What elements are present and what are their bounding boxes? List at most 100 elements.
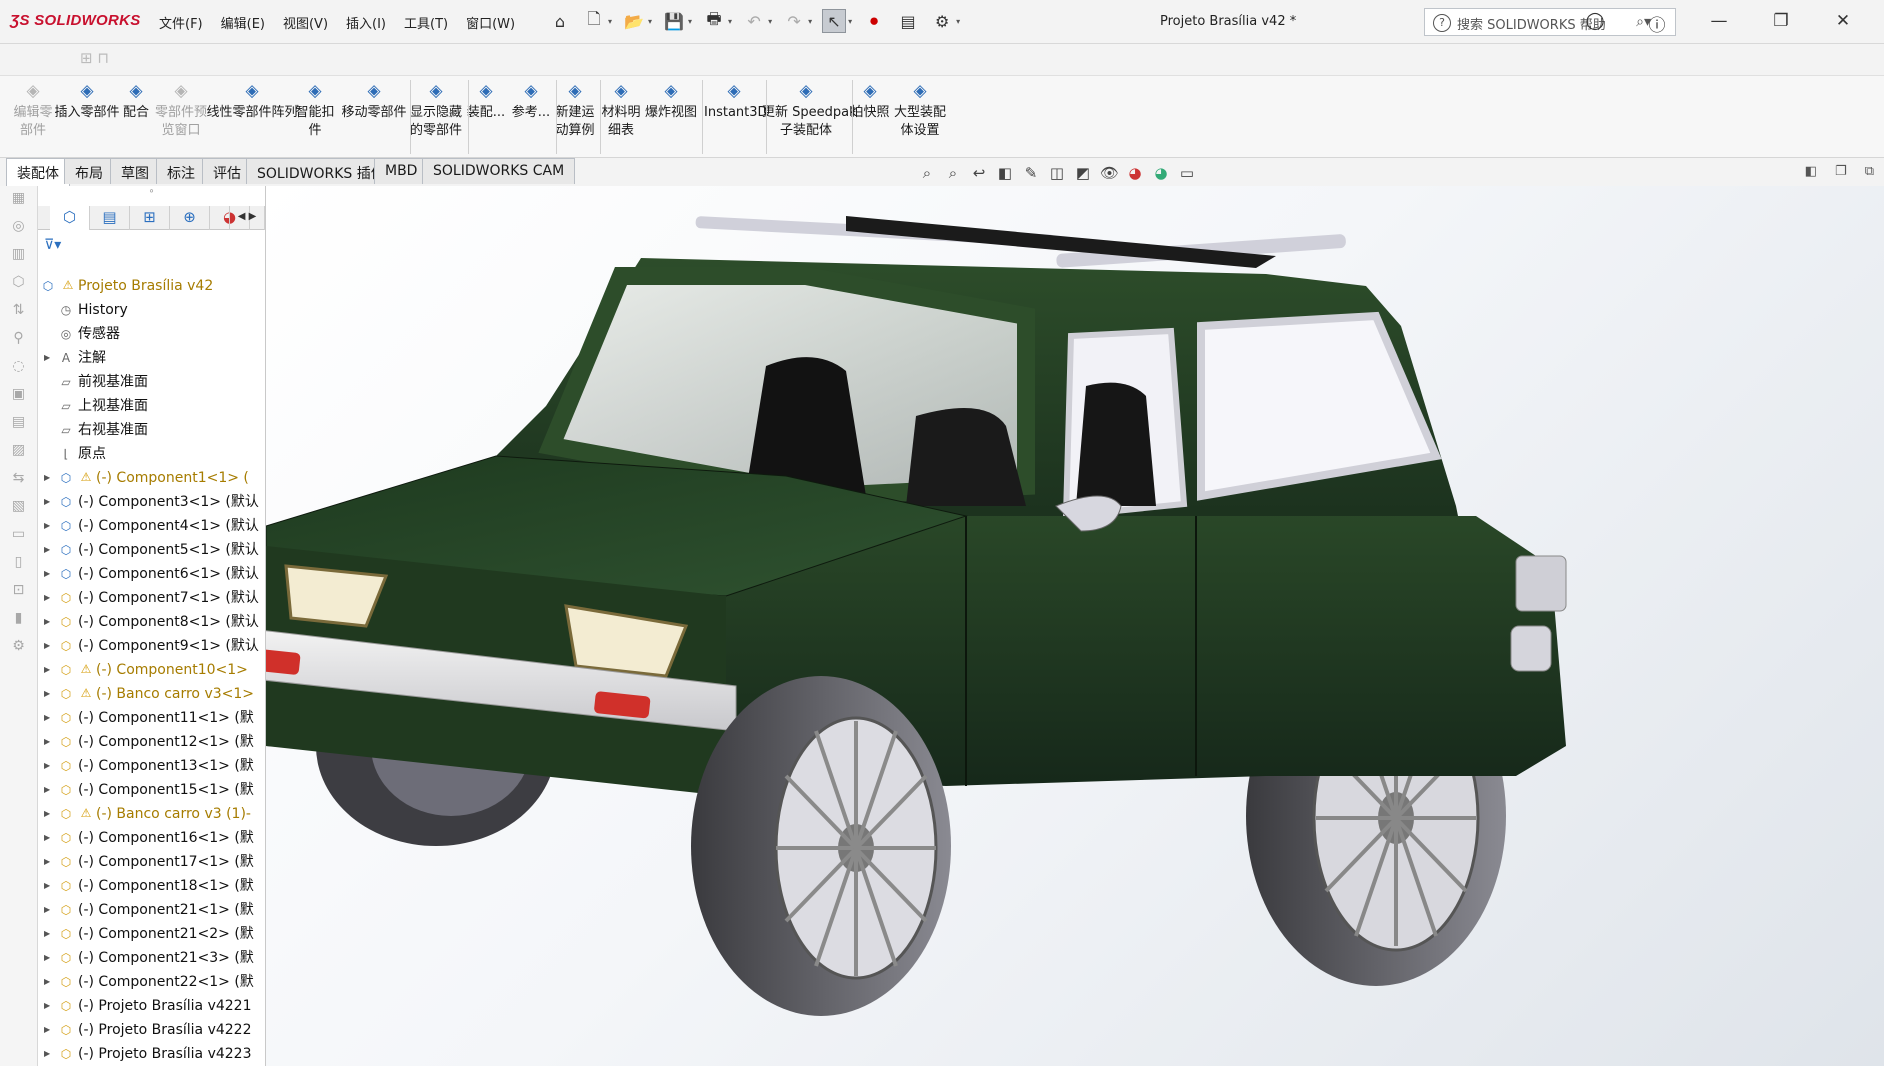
ribbon-button[interactable]: ◈ 新建运 动算例 xyxy=(552,82,598,140)
ribbon-button[interactable]: ◈ 显示隐藏 的零部件 xyxy=(406,82,466,140)
tree-node[interactable]: ▶ A 注解 xyxy=(38,346,265,370)
strip-tool-icon[interactable]: ▧ xyxy=(0,498,37,522)
tree-node[interactable]: ▶ ⬡ ⚠ (-) Component1<1> ( xyxy=(38,466,265,490)
tree-node[interactable]: ▶ ⬡ (-) Component15<1> (默 xyxy=(38,778,265,802)
edit-appearance-icon[interactable]: ◕ xyxy=(1126,164,1144,182)
strip-tool-icon[interactable]: ⊡ xyxy=(0,582,37,606)
ribbon-button[interactable]: ◈ 配合 xyxy=(118,82,154,122)
home-icon[interactable]: ⌂ xyxy=(548,9,572,33)
expand-arrow-icon[interactable]: ▶ xyxy=(44,946,50,970)
tree-node[interactable]: ▶ ⬡ ⚠ (-) Banco carro v3 (1)- xyxy=(38,802,265,826)
expand-arrow-icon[interactable]: ▶ xyxy=(44,682,50,706)
tree-node[interactable]: ▶ ⬡ (-) Component9<1> (默认 xyxy=(38,634,265,658)
tab-1[interactable]: 布局 xyxy=(64,158,114,184)
strip-tool-icon[interactable]: ⚙ xyxy=(0,638,37,662)
ribbon-button[interactable]: ◈ 线性零部件阵列 xyxy=(206,82,298,122)
tree-node[interactable]: ▶ ⬡ ⚠ (-) Banco carro v3<1> xyxy=(38,682,265,706)
strip-tool-icon[interactable]: ▣ xyxy=(0,386,37,410)
tree-node[interactable]: ▶ ⬡ (-) Component21<2> (默 xyxy=(38,922,265,946)
strip-tool-icon[interactable]: ▥ xyxy=(0,246,37,270)
strip-tool-icon[interactable]: ◎ xyxy=(0,218,37,242)
expand-arrow-icon[interactable]: ▶ xyxy=(44,706,50,730)
zoom-to-fit-icon[interactable]: ⌕ xyxy=(918,164,936,182)
tree-node[interactable]: ▶ ⬡ ⚠ (-) Component10<1> xyxy=(38,658,265,682)
expand-arrow-icon[interactable]: ▶ xyxy=(44,898,50,922)
expand-arrow-icon[interactable]: ▶ xyxy=(44,490,50,514)
tree-node[interactable]: ▶ ⬡ (-) Component18<1> (默 xyxy=(38,874,265,898)
tree-node[interactable]: ▶ ⬡ (-) Component21<1> (默 xyxy=(38,898,265,922)
ribbon-button[interactable]: ◈ 拍快照 xyxy=(848,82,892,122)
ribbon-button[interactable]: ◈ 材料明 细表 xyxy=(598,82,644,140)
expand-arrow-icon[interactable]: ▶ xyxy=(44,970,50,994)
expand-arrow-icon[interactable]: ▶ xyxy=(44,514,50,538)
tree-node[interactable]: ▶ ⬡ (-) Component12<1> (默 xyxy=(38,730,265,754)
tree-node[interactable]: ▶ ⬡ (-) Component11<1> (默 xyxy=(38,706,265,730)
tree-node[interactable]: ▶ ⬡ (-) Projeto Brasília v4223 xyxy=(38,1042,265,1066)
user-account-icon[interactable]: ◯ xyxy=(1584,11,1606,36)
tab-4[interactable]: 评估 xyxy=(202,158,252,184)
close-icon[interactable]: ✕ xyxy=(1832,11,1854,36)
previous-view-icon[interactable]: ↩ xyxy=(970,164,988,182)
panel-splitter[interactable]: ∘ xyxy=(38,186,265,206)
select-pointer-icon[interactable]: ↖ xyxy=(822,9,847,33)
expand-arrow-icon[interactable]: ▶ xyxy=(44,922,50,946)
strip-tool-icon[interactable]: ▭ xyxy=(0,526,37,550)
menu-item[interactable]: 工具(T) xyxy=(395,13,457,32)
print-icon[interactable]: 🖶 xyxy=(702,9,726,33)
dimxpert-tab-icon[interactable]: ⊕ xyxy=(170,206,210,230)
expand-arrow-icon[interactable]: ▶ xyxy=(44,346,50,370)
expand-arrow-icon[interactable]: ▶ xyxy=(44,466,50,490)
tree-node[interactable]: ▶ ⬡ (-) Component6<1> (默认 xyxy=(38,562,265,586)
ribbon-button[interactable]: ◈ 移动零部件 xyxy=(340,82,408,122)
tree-node[interactable]: ▶ ⬡ (-) Projeto Brasília v4222 xyxy=(38,1018,265,1042)
expand-arrow-icon[interactable]: ▶ xyxy=(44,634,50,658)
property-manager-tab-icon[interactable]: ▤ xyxy=(90,206,130,230)
expand-arrow-icon[interactable]: ▶ xyxy=(44,1042,50,1066)
expand-arrow-icon[interactable]: ▶ xyxy=(44,1018,50,1042)
ribbon-button[interactable]: ◈ 零部件预 览窗口 xyxy=(152,82,210,140)
tree-node[interactable]: ◷ History xyxy=(38,298,265,322)
restore-icon[interactable]: ❐ xyxy=(1770,11,1792,36)
ribbon-button[interactable]: ◈ 大型装配 体设置 xyxy=(892,82,948,140)
open-icon[interactable]: 📂 xyxy=(622,9,646,33)
expand-arrow-icon[interactable]: ▶ xyxy=(44,610,50,634)
new-document-icon[interactable]: 🗋 xyxy=(582,9,606,33)
expand-arrow-icon[interactable]: ▶ xyxy=(44,802,50,826)
strip-tool-icon[interactable]: ▯ xyxy=(0,554,37,578)
strip-tool-icon[interactable]: ⬡ xyxy=(0,274,37,298)
display-style-icon[interactable]: ◩ xyxy=(1074,164,1092,182)
section-view-icon[interactable]: ◧ xyxy=(996,164,1014,182)
hide-show-items-icon[interactable]: 👁 xyxy=(1100,164,1119,182)
expand-arrow-icon[interactable]: ▶ xyxy=(44,538,50,562)
tree-node[interactable]: ▱ 前视基准面 xyxy=(38,370,265,394)
expand-arrow-icon[interactable]: ▶ xyxy=(44,778,50,802)
tab-assembly[interactable]: 装配体 xyxy=(6,158,70,186)
options-gear-icon[interactable]: ⚙ xyxy=(930,9,954,33)
strip-tool-icon[interactable]: ⚲ xyxy=(0,330,37,354)
ribbon-button[interactable]: ◈ 智能扣件 xyxy=(294,82,336,140)
help-icon[interactable]: ⓘ xyxy=(1646,11,1668,36)
expand-arrow-icon[interactable]: ▶ xyxy=(44,754,50,778)
strip-tool-icon[interactable]: ⇅ xyxy=(0,302,37,326)
tree-node[interactable]: ▶ ⬡ (-) Component13<1> (默 xyxy=(38,754,265,778)
tree-node[interactable]: ▶ ⬡ (-) Projeto Brasília v4221 xyxy=(38,994,265,1018)
expand-arrow-icon[interactable]: ▶ xyxy=(44,730,50,754)
strip-tool-icon[interactable]: ⇆ xyxy=(0,470,37,494)
tree-node[interactable]: ▶ ⬡ (-) Component7<1> (默认 xyxy=(38,586,265,610)
menu-item[interactable]: 编辑(E) xyxy=(212,13,274,32)
viewport-collapse-icon[interactable]: ◧ xyxy=(1805,164,1817,179)
tree-node[interactable]: ▶ ⬡ (-) Component5<1> (默认 xyxy=(38,538,265,562)
feature-tree-tab-icon[interactable]: ⬡ xyxy=(50,206,90,230)
undo-icon[interactable]: ↶ xyxy=(742,9,766,33)
menu-item[interactable]: 窗口(W) xyxy=(457,13,524,32)
expand-arrow-icon[interactable]: ▶ xyxy=(44,826,50,850)
configuration-manager-tab-icon[interactable]: ⊞ xyxy=(130,206,170,230)
expand-arrow-icon[interactable]: ▶ xyxy=(44,658,50,682)
ribbon-button[interactable]: ◈ 参考... xyxy=(508,82,554,122)
strip-tool-icon[interactable]: ▨ xyxy=(0,442,37,466)
strip-tool-icon[interactable]: ◌ xyxy=(0,358,37,382)
graphics-viewport[interactable] xyxy=(266,186,1884,1066)
expand-arrow-icon[interactable]: ▶ xyxy=(44,586,50,610)
ribbon-button[interactable]: ◈ 编辑零 部件 xyxy=(8,82,58,140)
expand-arrow-icon[interactable]: ▶ xyxy=(44,874,50,898)
